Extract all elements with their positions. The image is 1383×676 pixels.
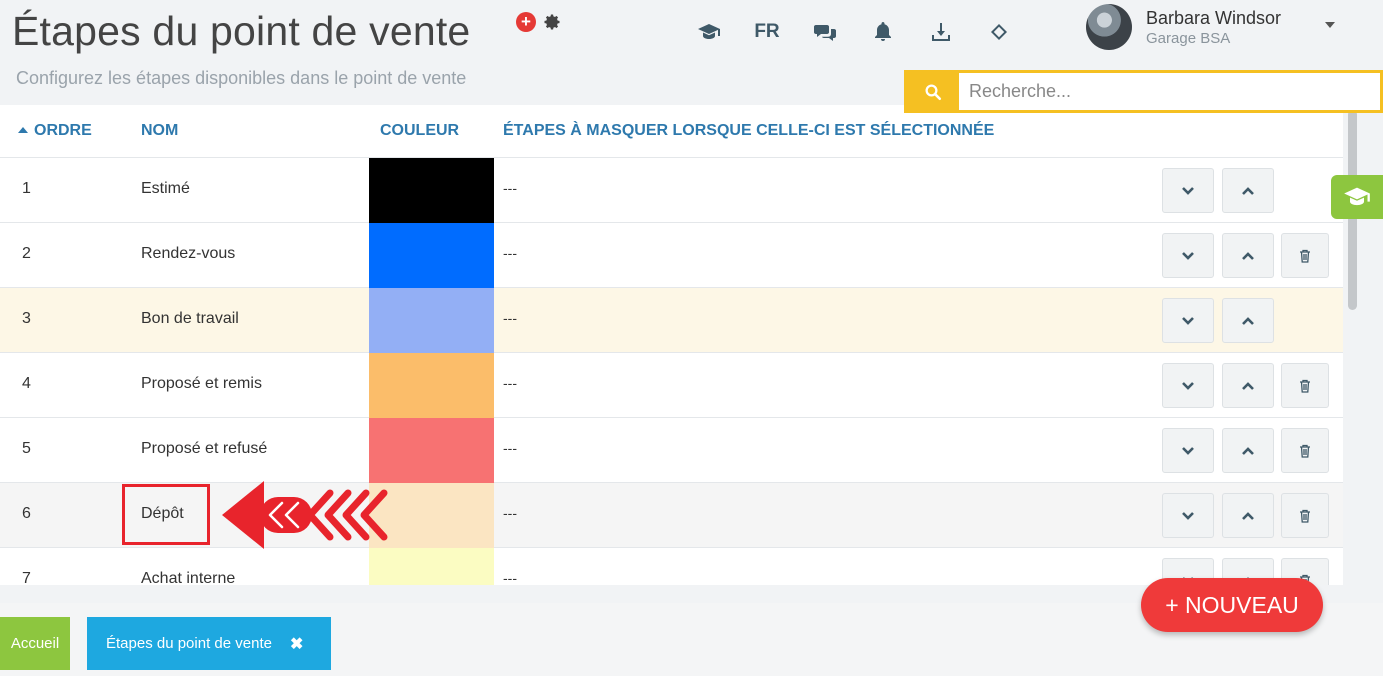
move-down-button[interactable] [1162, 168, 1214, 213]
color-swatch [369, 158, 494, 223]
trash-icon [1300, 379, 1310, 393]
close-icon[interactable]: ✖ [290, 634, 303, 654]
column-header-order[interactable]: ORDRE [18, 122, 92, 140]
move-up-button[interactable] [1222, 168, 1274, 213]
color-swatch [369, 353, 494, 418]
search-icon [925, 84, 942, 100]
user-name: Barbara Windsor [1146, 7, 1282, 28]
table-row[interactable]: 7 Achat interne --- [0, 548, 1343, 585]
cell-name: Estimé [141, 180, 190, 197]
tab-current-label: Étapes du point de vente [106, 635, 272, 652]
table-row[interactable]: 4 Proposé et remis --- [0, 353, 1343, 418]
table-row[interactable]: 1 Estimé --- [0, 158, 1343, 223]
graduation-cap-icon [1344, 187, 1370, 206]
color-swatch [369, 548, 494, 585]
bell-icon[interactable] [854, 14, 912, 50]
search-bar[interactable] [904, 70, 1383, 113]
delete-button[interactable] [1281, 363, 1329, 408]
tab-current[interactable]: Étapes du point de vente ✖ [87, 617, 331, 670]
move-up-button[interactable] [1222, 493, 1274, 538]
move-up-button[interactable] [1222, 233, 1274, 278]
tab-home[interactable]: Accueil [0, 617, 70, 670]
column-header-hide[interactable]: ÉTAPES À MASQUER LORSQUE CELLE-CI EST SÉ… [503, 122, 994, 140]
move-down-button[interactable] [1162, 298, 1214, 343]
light-bulb-icon[interactable] [970, 14, 1028, 50]
chevron-up-icon [1242, 511, 1254, 520]
column-header-color[interactable]: COULEUR [380, 122, 459, 140]
delete-button[interactable] [1281, 493, 1329, 538]
language-selector[interactable]: FR [738, 14, 796, 50]
chevron-up-icon [1242, 381, 1254, 390]
cell-order: 4 [22, 375, 31, 392]
graduation-cap-icon[interactable] [680, 14, 738, 50]
trash-icon [1300, 509, 1310, 523]
new-button[interactable]: + NOUVEAU [1141, 578, 1323, 632]
trash-icon [1300, 444, 1310, 458]
color-swatch [369, 223, 494, 288]
cell-hidden-steps: --- [503, 570, 517, 585]
cell-name: Achat interne [141, 570, 236, 585]
move-down-button[interactable] [1162, 233, 1214, 278]
avatar[interactable] [1086, 4, 1132, 50]
delete-button[interactable] [1281, 233, 1329, 278]
add-icon[interactable]: + [516, 12, 536, 32]
cell-order: 2 [22, 245, 31, 262]
color-swatch [369, 288, 494, 353]
chevron-up-icon [1242, 446, 1254, 455]
download-icon[interactable] [912, 14, 970, 50]
column-header-name[interactable]: NOM [141, 122, 178, 140]
company-name: Garage BSA [1146, 29, 1231, 47]
sort-ascending-icon [18, 127, 28, 133]
annotation-highlight-box [122, 484, 210, 545]
tutorial-side-tab[interactable] [1331, 175, 1383, 219]
move-down-button[interactable] [1162, 428, 1214, 473]
cell-order: 1 [22, 180, 31, 197]
move-up-button[interactable] [1222, 428, 1274, 473]
cell-order: 3 [22, 310, 31, 327]
chevron-down-icon [1182, 251, 1194, 260]
user-menu[interactable]: Barbara Windsor Garage BSA [1086, 4, 1281, 50]
chat-icon[interactable] [796, 14, 854, 50]
cell-hidden-steps: --- [503, 375, 517, 391]
cell-order: 6 [22, 505, 31, 522]
gear-icon[interactable] [542, 12, 562, 32]
chevron-down-icon [1182, 186, 1194, 195]
color-swatch [369, 418, 494, 483]
search-input[interactable] [959, 73, 1380, 110]
move-down-button[interactable] [1162, 493, 1214, 538]
delete-button[interactable] [1281, 428, 1329, 473]
cell-name: Bon de travail [141, 310, 239, 327]
cell-hidden-steps: --- [503, 440, 517, 456]
table-row[interactable]: 3 Bon de travail --- [0, 288, 1343, 353]
trash-icon [1300, 249, 1310, 263]
chevron-down-icon [1182, 446, 1194, 455]
cell-order: 5 [22, 440, 31, 457]
move-down-button[interactable] [1162, 363, 1214, 408]
page-subtitle: Configurez les étapes disponibles dans l… [16, 68, 467, 88]
cell-hidden-steps: --- [503, 245, 517, 261]
move-up-button[interactable] [1222, 363, 1274, 408]
table-row[interactable]: 5 Proposé et refusé --- [0, 418, 1343, 483]
chevron-up-icon [1242, 251, 1254, 260]
cell-name: Proposé et refusé [141, 440, 268, 457]
search-button[interactable] [907, 73, 959, 110]
chevron-up-icon [1242, 316, 1254, 325]
annotation-arrow [222, 481, 388, 549]
cell-hidden-steps: --- [503, 180, 517, 196]
cell-hidden-steps: --- [503, 505, 517, 521]
cell-name: Proposé et remis [141, 375, 262, 392]
cell-hidden-steps: --- [503, 310, 517, 326]
chevron-up-icon [1242, 186, 1254, 195]
cell-name: Rendez-vous [141, 245, 236, 262]
move-up-button[interactable] [1222, 298, 1274, 343]
cell-order: 7 [22, 570, 31, 585]
table-row[interactable]: 2 Rendez-vous --- [0, 223, 1343, 288]
chevron-down-icon [1182, 381, 1194, 390]
chevron-down-icon[interactable] [1325, 22, 1335, 28]
chevron-down-icon [1182, 316, 1194, 325]
page-title: Étapes du point de vente [12, 8, 471, 54]
chevron-down-icon [1182, 511, 1194, 520]
